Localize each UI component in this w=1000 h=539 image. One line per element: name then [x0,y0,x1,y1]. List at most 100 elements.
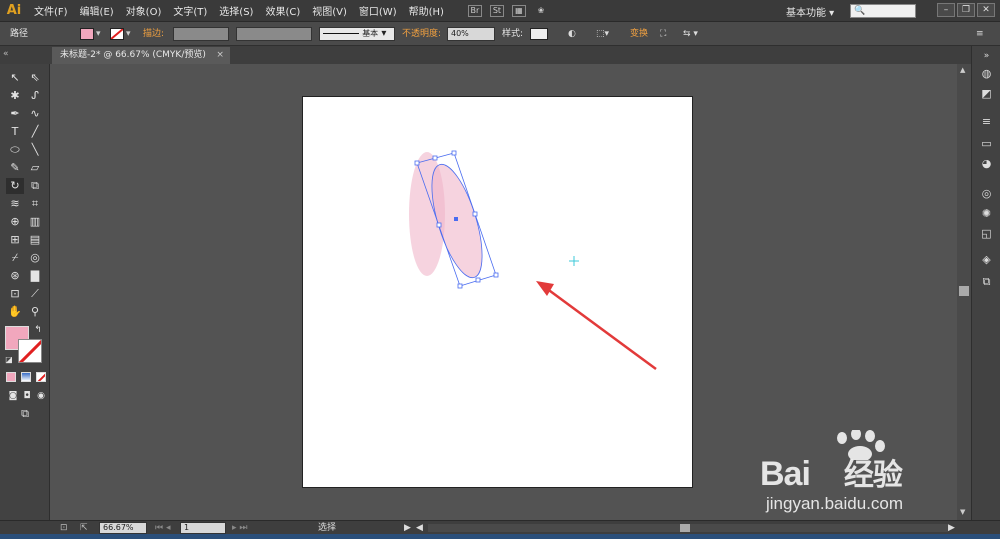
gradient-mode-button[interactable] [21,372,31,382]
status-menu-icon[interactable]: ▶ [404,521,411,535]
stroke-weight-field[interactable] [173,27,229,41]
scale-tool-icon[interactable]: ⧉ [26,178,44,194]
paintbrush-tool-icon[interactable]: ╲ [26,142,44,158]
graphic-style-swatch[interactable] [530,28,548,40]
shape-builder-tool-icon[interactable]: ⊕ [6,214,24,230]
default-colors-icon[interactable]: ◪ [3,352,15,368]
draw-inside-icon[interactable]: ◉ [32,388,50,404]
handle-top-left[interactable] [414,160,420,166]
bridge-icon[interactable]: Br [467,4,482,17]
blend-tool-icon[interactable]: ◎ [26,250,44,266]
search-input[interactable]: 🔍 [850,4,916,18]
perspective-grid-tool-icon[interactable]: ▥ [26,214,44,230]
direct-selection-tool-icon[interactable]: ⇖ [26,70,44,86]
swap-colors-icon[interactable]: ↰ [32,322,44,338]
horizontal-scroll-thumb[interactable] [680,524,690,532]
zoom-level-input[interactable]: 66.67% [99,522,147,534]
type-tool-icon[interactable]: T [6,124,24,140]
appearance-panel-icon[interactable]: ◎ [978,186,995,202]
scroll-up-icon[interactable]: ▲ [960,66,965,74]
menu-view[interactable]: 视图(V) [306,3,353,18]
slice-tool-icon[interactable]: ⟋ [26,286,44,302]
selection-tool-icon[interactable]: ↖ [6,70,24,86]
scroll-down-icon[interactable]: ▼ [960,508,965,516]
handle-bottom-right[interactable] [493,272,499,278]
transform-link[interactable]: 变换 [630,27,648,41]
collapse-panel-icon[interactable]: « [3,47,9,61]
layers-panel-icon[interactable]: ◈ [978,252,995,268]
transparency-panel-icon[interactable]: ◕ [978,156,995,172]
hand-tool-icon[interactable]: ✋ [6,304,24,320]
handle-top-mid[interactable] [432,155,438,161]
line-tool-icon[interactable]: ╱ [26,124,44,140]
vertical-scroll-thumb[interactable] [959,286,969,296]
magic-wand-tool-icon[interactable]: ✱ [6,88,24,104]
document-tab[interactable]: 未标题-2* @ 66.67% (CMYK/预览) × [52,47,230,64]
expand-panels-icon[interactable]: » [978,48,995,64]
opacity-input[interactable]: 40% [447,27,495,41]
variable-width-profile[interactable] [236,27,312,41]
gradient-panel-icon[interactable]: ▭ [978,136,995,152]
horizontal-scrollbar[interactable] [428,524,948,532]
menu-type[interactable]: 文字(T) [167,3,213,18]
stroke-dropdown-icon[interactable]: ▾ [126,27,131,41]
symbol-sprayer-tool-icon[interactable]: ⊛ [6,268,24,284]
gradient-tool-icon[interactable]: ▤ [26,232,44,248]
stock-icon[interactable]: St [489,4,504,17]
scroll-left-icon[interactable]: ◀ [416,521,423,535]
curvature-tool-icon[interactable]: ∿ [26,106,44,122]
fill-color-swatch[interactable] [80,28,94,40]
menu-select[interactable]: 选择(S) [213,3,259,18]
panel-menu-icon[interactable]: ⇆ ▾ [683,27,698,41]
last-artboard-icon[interactable]: ▸ ⏭ [232,521,247,535]
width-tool-icon[interactable]: ≋ [6,196,24,212]
rotation-origin-icon[interactable] [569,256,579,266]
ellipse-tool-icon[interactable]: ⬭ [6,142,24,158]
share-icon[interactable]: ⇱ [80,521,88,535]
brush-definition[interactable]: 基本 ▾ [319,27,395,41]
align-to-icon[interactable]: ⬚▾ [596,27,609,41]
handle-mid-left[interactable] [436,222,442,228]
rotate-tool-icon[interactable]: ↻ [6,178,24,194]
artboard-tool-icon[interactable]: ⊡ [6,286,24,302]
first-artboard-icon[interactable]: ⏮ ◂ [155,521,170,535]
stroke-weight-label[interactable]: 描边: [143,27,164,41]
handle-top-right[interactable] [451,150,457,156]
pencil-tool-icon[interactable]: ✎ [6,160,24,176]
screen-mode-icon[interactable]: ⧉ [16,406,34,422]
stroke-color-swatch[interactable] [110,28,124,40]
color-guide-icon[interactable]: ◩ [978,86,995,102]
stroke-color-box[interactable] [18,339,42,363]
eyedropper-tool-icon[interactable]: ⌿ [6,250,24,266]
arrange-documents-icon[interactable]: ▦ [511,4,526,17]
control-panel-menu-icon[interactable]: ≡ [976,27,984,41]
none-mode-button[interactable] [36,372,46,382]
symbols-panel-icon[interactable]: ◱ [978,226,995,242]
isolate-group-icon[interactable]: ⛶ [660,27,666,41]
close-window-button[interactable]: ✕ [977,3,995,17]
graphic-styles-icon[interactable]: ✺ [978,206,995,222]
restore-button[interactable]: ❐ [957,3,975,17]
mesh-tool-icon[interactable]: ⊞ [6,232,24,248]
minimize-button[interactable]: – [937,3,955,17]
gpu-performance-icon[interactable]: ❀ [534,5,548,17]
menu-effect[interactable]: 效果(C) [259,3,306,18]
menu-object[interactable]: 对象(O) [120,3,168,18]
stroke-panel-icon[interactable]: ≡ [978,114,995,130]
close-tab-icon[interactable]: × [216,47,224,64]
fill-dropdown-icon[interactable]: ▾ [96,27,101,41]
artboards-panel-icon[interactable]: ⧉ [978,274,995,290]
menu-edit[interactable]: 编辑(E) [74,3,120,18]
lasso-tool-icon[interactable]: ᔑ [26,88,44,104]
scroll-right-icon[interactable]: ▶ [948,521,955,535]
menu-file[interactable]: 文件(F) [28,3,74,18]
graph-tool-icon[interactable]: ▇ [26,268,44,284]
menu-help[interactable]: 帮助(H) [403,3,450,18]
handle-bottom-left[interactable] [457,283,463,289]
pen-tool-icon[interactable]: ✒ [6,106,24,122]
handle-mid-right[interactable] [472,211,478,217]
recolor-artwork-icon[interactable]: ◐ [568,27,576,41]
menu-window[interactable]: 窗口(W) [353,3,403,18]
color-mode-button[interactable] [6,372,16,382]
artboard-number-input[interactable]: 1 [180,522,226,534]
